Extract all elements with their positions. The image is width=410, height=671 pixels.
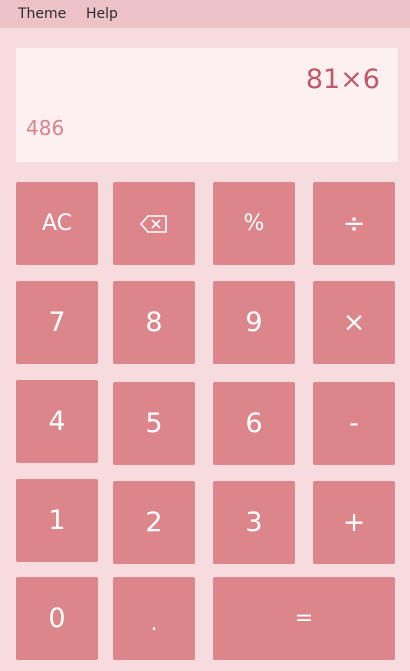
digit-9-button[interactable]: 9 [213,281,295,364]
expression-text: 81×6 [305,64,380,95]
digit-0-button[interactable]: 0 [16,577,98,660]
digit-6-button[interactable]: 6 [213,382,295,465]
menu-bar: Theme Help [0,0,410,28]
digit-4-button[interactable]: 4 [16,380,98,463]
menu-theme[interactable]: Theme [18,5,66,23]
minus-button[interactable]: - [313,382,395,465]
calculator-display: 81×6 486 [16,48,398,162]
digit-8-button[interactable]: 8 [113,281,195,364]
clear-button[interactable]: AC [16,182,98,265]
multiply-button[interactable]: × [313,281,395,364]
digit-7-button[interactable]: 7 [16,281,98,364]
decimal-button[interactable]: . [113,577,195,660]
digit-3-button[interactable]: 3 [213,481,295,564]
backspace-button[interactable] [113,182,195,265]
result-text: 486 [26,116,65,140]
plus-button[interactable]: + [313,481,395,564]
percent-button[interactable]: % [213,182,295,265]
equals-button[interactable]: = [213,577,395,660]
menu-help[interactable]: Help [86,5,118,23]
digit-2-button[interactable]: 2 [113,481,195,564]
divide-button[interactable]: ÷ [313,182,395,265]
digit-5-button[interactable]: 5 [113,382,195,465]
digit-1-button[interactable]: 1 [16,479,98,562]
backspace-icon [140,214,168,234]
